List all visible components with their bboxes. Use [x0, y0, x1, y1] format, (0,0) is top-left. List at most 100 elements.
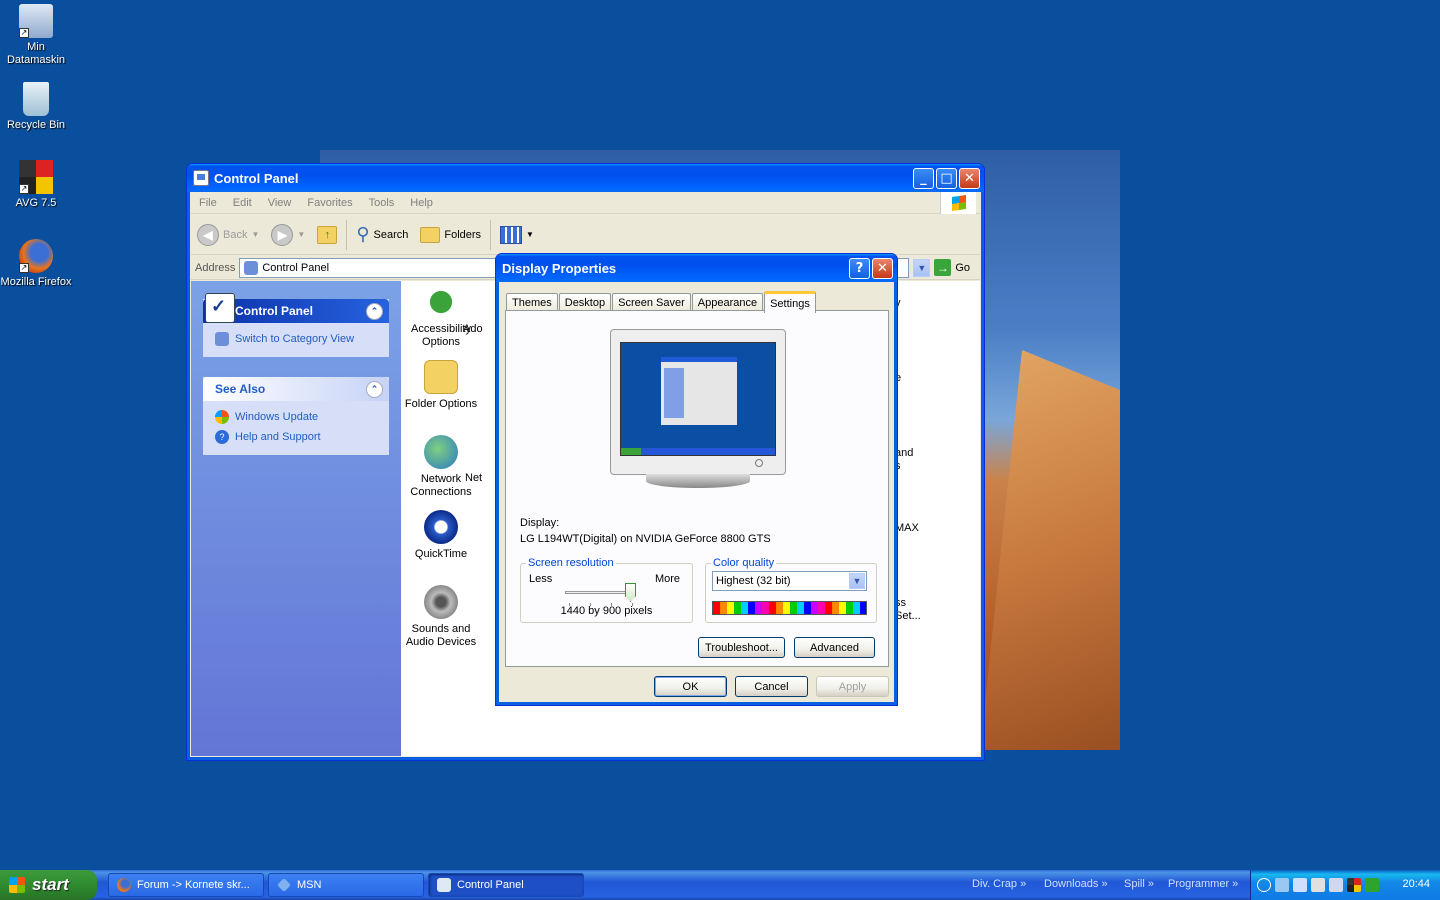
avg-icon: ↗: [19, 160, 53, 194]
monitor-preview-icon: [610, 329, 786, 488]
tray-monitor-icon[interactable]: [1329, 878, 1343, 892]
tray-avg-icon[interactable]: [1347, 878, 1361, 892]
partial-item[interactable]: e: [895, 372, 915, 385]
quicklink-label: Div. Crap: [972, 878, 1018, 890]
maximize-button[interactable]: □: [936, 168, 957, 189]
add-hardware-item[interactable]: Ado: [463, 323, 493, 336]
msn-icon: [277, 878, 291, 892]
task-group-header[interactable]: Control Panel ⌃: [203, 293, 389, 323]
advanced-button[interactable]: Advanced: [794, 637, 875, 658]
tray-network-icon[interactable]: [1275, 878, 1289, 892]
partial-item[interactable]: ss Set...: [895, 597, 935, 623]
start-label: start: [32, 875, 69, 894]
quicklink-div-crap[interactable]: Div. Crap »: [972, 878, 1026, 890]
network-setup-item[interactable]: Net: [465, 472, 495, 485]
chevron-down-icon: ▼: [526, 230, 534, 239]
quicklink-programmer[interactable]: Programmer »: [1168, 878, 1238, 890]
tray-expand-icon[interactable]: [1257, 878, 1271, 892]
apply-button[interactable]: Apply: [816, 676, 889, 697]
accessibility-options-item[interactable]: Accessibility Options: [401, 285, 481, 349]
menu-help[interactable]: Help: [402, 197, 441, 209]
close-button[interactable]: ✕: [959, 168, 980, 189]
minimize-button[interactable]: _: [913, 168, 934, 189]
item-label: Set...: [895, 610, 921, 622]
search-button[interactable]: ⚲ Search: [350, 219, 414, 251]
desktop-icon-my-computer[interactable]: ↗ Min Datamaskin: [0, 4, 72, 67]
address-dropdown-button[interactable]: ▼: [913, 258, 931, 277]
menu-tools[interactable]: Tools: [361, 197, 403, 209]
network-connections-item[interactable]: Network Connections: [401, 435, 481, 499]
quicklink-label: Spill: [1124, 878, 1145, 890]
troubleshoot-button[interactable]: Troubleshoot...: [698, 637, 785, 658]
network-globe-icon: [424, 435, 458, 469]
tab-settings[interactable]: Settings: [764, 291, 816, 313]
item-label: and: [895, 447, 914, 459]
search-label: Search: [373, 228, 409, 241]
control-panel-badge-icon: [205, 293, 235, 323]
control-panel-titlebar[interactable]: Control Panel _ □ ✕: [187, 164, 984, 192]
up-folder-button[interactable]: ↑: [311, 219, 343, 251]
folder-options-item[interactable]: Folder Options: [401, 360, 481, 411]
item-label: Ado: [463, 323, 483, 335]
see-also-header[interactable]: See Also ⌃: [203, 377, 389, 401]
tray-star-icon[interactable]: [1293, 878, 1307, 892]
display-value: LG L194WT(Digital) on NVIDIA GeForce 880…: [520, 533, 771, 545]
quicktime-item[interactable]: QuickTime: [401, 510, 481, 561]
taskbar-item-control-panel[interactable]: Control Panel: [428, 873, 584, 897]
control-panel-icon: [244, 260, 259, 275]
help-and-support-link[interactable]: ? Help and Support: [215, 427, 389, 447]
resolution-slider-thumb[interactable]: [625, 583, 636, 602]
views-button[interactable]: ▼: [494, 219, 540, 251]
partial-item[interactable]: MAX: [895, 522, 925, 535]
taskbar-item-msn[interactable]: MSN: [268, 873, 424, 897]
item-label: y: [895, 297, 915, 310]
folder-options-icon: [424, 360, 458, 394]
toolbar-separator: [490, 219, 492, 250]
folder-icon: [420, 226, 441, 243]
sounds-audio-item[interactable]: Sounds and Audio Devices: [401, 585, 481, 649]
back-button[interactable]: ◀ Back ▼: [191, 219, 265, 251]
item-label: Audio Devices: [405, 636, 477, 648]
partial-item[interactable]: and s: [895, 447, 925, 473]
display-label: Display:: [520, 517, 560, 529]
item-label: QuickTime: [414, 548, 468, 560]
menu-file[interactable]: File: [191, 197, 225, 209]
folders-button[interactable]: Folders: [414, 219, 487, 251]
dialog-titlebar[interactable]: Display Properties ? ✕: [496, 254, 897, 282]
resolution-slider-track[interactable]: [565, 591, 633, 594]
desktop-icon-label: Mozilla Firefox: [0, 276, 72, 288]
resolution-value: 1440 by 900 pixels: [560, 605, 653, 617]
tray-green-icon[interactable]: [1365, 878, 1379, 892]
recycle-bin-icon: [23, 82, 49, 116]
ok-button[interactable]: OK: [654, 676, 727, 697]
help-button[interactable]: ?: [849, 258, 870, 279]
item-label: s: [895, 460, 925, 473]
windows-update-link[interactable]: Windows Update: [215, 407, 389, 427]
menu-edit[interactable]: Edit: [225, 197, 260, 209]
switch-view-icon: [215, 332, 229, 346]
menu-view[interactable]: View: [260, 197, 300, 209]
start-button[interactable]: start: [0, 870, 97, 900]
desktop-icon-avg[interactable]: ↗ AVG 7.5: [0, 160, 72, 210]
desktop-icon-recycle-bin[interactable]: Recycle Bin: [0, 82, 72, 132]
forward-button[interactable]: ▶ ▼: [265, 219, 311, 251]
forward-arrow-icon: ▶: [271, 223, 294, 246]
desktop-icon-firefox[interactable]: ↗ Mozilla Firefox: [0, 239, 72, 289]
collapse-chevron-icon[interactable]: ⌃: [366, 302, 383, 320]
tray-volume-icon[interactable]: [1311, 878, 1325, 892]
taskbar-item-forum[interactable]: Forum -> Kornete skr...: [108, 873, 264, 897]
close-button[interactable]: ✕: [872, 258, 893, 279]
menu-favorites[interactable]: Favorites: [299, 197, 360, 209]
go-button[interactable]: → Go: [934, 259, 980, 276]
color-quality-select[interactable]: Highest (32 bit) ▼: [712, 571, 867, 591]
chevron-down-icon[interactable]: ▼: [849, 573, 865, 589]
chevron-down-icon: ▼: [251, 230, 260, 239]
back-arrow-icon: ◀: [197, 223, 219, 246]
collapse-chevron-icon[interactable]: ⌃: [366, 380, 383, 398]
quicklink-downloads[interactable]: Downloads »: [1044, 878, 1108, 890]
item-label: MAX: [895, 522, 919, 534]
switch-category-view-link[interactable]: Switch to Category View: [215, 329, 389, 349]
partial-item[interactable]: y: [895, 297, 915, 310]
quicklink-spill[interactable]: Spill »: [1124, 878, 1154, 890]
cancel-button[interactable]: Cancel: [735, 676, 808, 697]
